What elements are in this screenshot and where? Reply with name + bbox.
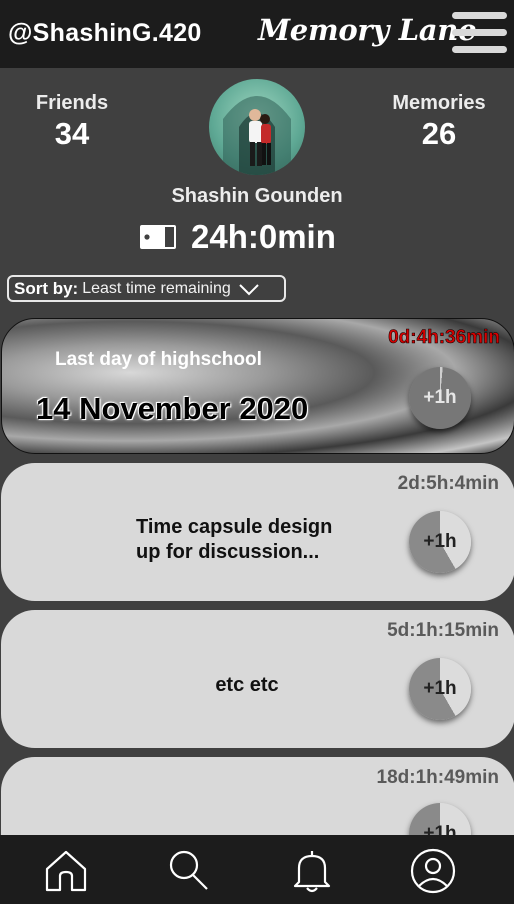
add-hour-label: +1h (423, 387, 457, 408)
user-handle[interactable]: @ShashinG.420 (8, 19, 202, 48)
avatar[interactable] (209, 79, 305, 175)
memories-count: 26 (421, 116, 457, 151)
memory-date: 14 November 2020 (36, 391, 309, 426)
hamburger-menu-icon[interactable] (452, 12, 507, 54)
bell-icon[interactable] (289, 848, 335, 894)
search-icon[interactable] (165, 848, 211, 894)
top-bar: @ShashinG.420 Memory Lane (0, 0, 514, 68)
app-title: Memory Lane (258, 13, 477, 47)
add-hour-button[interactable]: +1h (409, 658, 471, 720)
battery-icon (140, 225, 176, 249)
time-remaining: 0d:4h:36min (388, 327, 500, 349)
friends-count: 34 (54, 116, 90, 151)
time-balance: 24h:0min (139, 218, 336, 255)
memory-title: Time capsule design up for discussion... (136, 515, 332, 565)
memory-card[interactable]: 5d:1h:15min etc etc +1h (1, 610, 514, 748)
add-hour-label: +1h (423, 678, 457, 699)
time-remaining: 18d:1h:49min (376, 767, 499, 788)
profile-name: Shashin Gounden (171, 185, 343, 207)
memory-title-line: up for discussion... (136, 541, 320, 563)
memory-title-line: Time capsule design (136, 516, 333, 538)
home-icon[interactable] (43, 848, 89, 894)
sort-dropdown[interactable]: Sort by: Least time remaining (7, 275, 286, 302)
friends-stat[interactable]: Friends 34 (7, 92, 137, 152)
memories-stat[interactable]: Memories 26 (374, 92, 504, 152)
friends-label: Friends (35, 92, 109, 114)
time-remaining: 5d:1h:15min (387, 620, 499, 641)
avatar-photo (223, 96, 291, 175)
add-hour-button[interactable]: +1h (409, 511, 471, 573)
profile-icon[interactable] (410, 848, 456, 894)
time-remaining: 2d:5h:4min (397, 473, 499, 494)
memories-label: Memories (392, 92, 486, 114)
bottom-nav (0, 835, 514, 904)
sort-value: Least time remaining (82, 279, 231, 297)
memory-card[interactable]: 0d:4h:36min Last day of highschool 14 No… (1, 318, 514, 454)
sort-label: Sort by: (14, 278, 79, 298)
add-hour-label: +1h (423, 531, 457, 552)
add-hour-button[interactable]: +1h (409, 367, 471, 429)
memory-title: Last day of highschool (55, 349, 262, 370)
time-balance-value: 24h:0min (191, 218, 336, 255)
chevron-down-icon (239, 283, 259, 295)
memory-card[interactable]: 2d:5h:4min Time capsule design up for di… (1, 463, 514, 601)
